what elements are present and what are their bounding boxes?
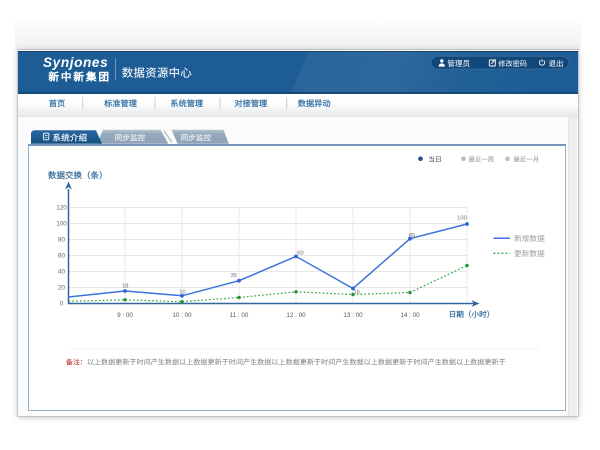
svg-text:100: 100	[56, 221, 67, 228]
svg-text:60: 60	[58, 253, 66, 260]
svg-text:60: 60	[297, 250, 303, 256]
svg-text:16: 16	[353, 289, 359, 295]
svg-text:80: 80	[409, 233, 415, 239]
svg-text:10: 10	[179, 289, 185, 295]
svg-text:12 : 00: 12 : 00	[286, 312, 306, 319]
svg-text:10 : 00: 10 : 00	[172, 312, 192, 319]
svg-text:11 : 00: 11 : 00	[230, 312, 249, 319]
svg-text:13 : 00: 13 : 00	[343, 312, 363, 319]
svg-text:120: 120	[56, 205, 67, 212]
svg-text:20: 20	[58, 285, 66, 292]
svg-text:9 : 00: 9 : 00	[117, 312, 133, 319]
svg-text:0: 0	[60, 301, 64, 308]
svg-text:80: 80	[58, 237, 66, 244]
svg-text:Synjones: Synjones	[43, 55, 108, 70]
svg-text:14 : 00: 14 : 00	[400, 312, 420, 319]
svg-text:40: 40	[58, 269, 66, 276]
svg-text:35: 35	[231, 273, 237, 279]
svg-text:18: 18	[122, 283, 128, 289]
svg-text:100: 100	[457, 215, 467, 221]
